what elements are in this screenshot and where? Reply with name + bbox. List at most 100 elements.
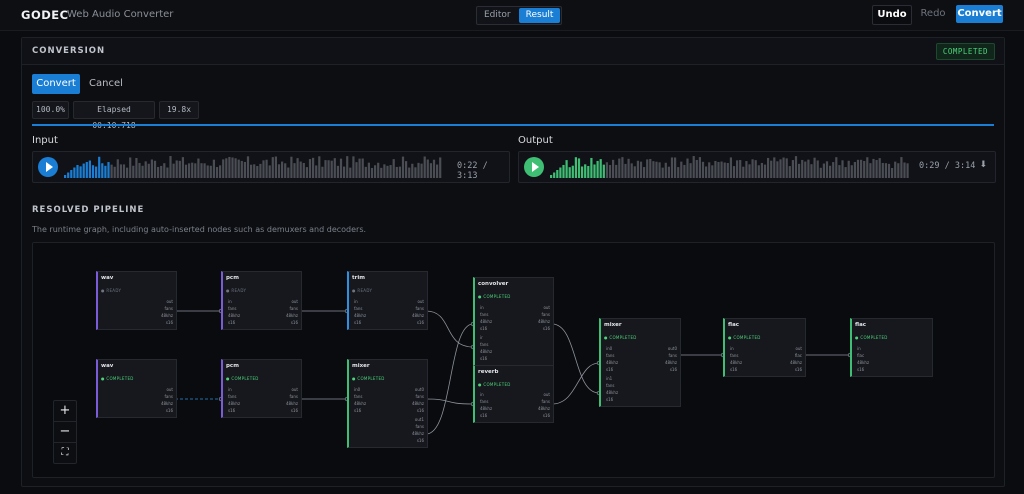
waveform-bar (150, 159, 153, 178)
node-wav-2[interactable]: wav ● COMPLETED out fans 48khz s16 (96, 359, 177, 418)
waveform-bar (417, 162, 420, 178)
waveform-bar (683, 164, 686, 178)
waveform-bar (698, 157, 701, 178)
waveform-bar (621, 157, 624, 178)
download-icon[interactable]: ⬇ (979, 160, 987, 170)
waveform-bar (172, 163, 175, 178)
waveform-bar (305, 167, 308, 178)
node-convolver[interactable]: convolver ● COMPLETED in fans 48khz s16 … (473, 277, 554, 375)
waveform-bar (705, 166, 708, 178)
top-bar: GODEC Web Audio Converter Editor Result … (0, 0, 1024, 31)
port-out: out0 (667, 346, 677, 351)
port-info: s16 (606, 397, 614, 402)
port-in: in (857, 346, 861, 351)
fit-view-icon[interactable]: ⛶ (54, 443, 76, 463)
waveform-bar (816, 160, 819, 178)
waveform-bar (274, 156, 277, 178)
port-info: 48khz (664, 360, 677, 365)
editor-tab[interactable]: Editor (477, 7, 518, 24)
waveform-bar (119, 164, 122, 178)
waveform-bar (664, 162, 667, 178)
node-pcm-1[interactable]: pcm ● READY in fans 48khz s16 out fans 4… (221, 271, 302, 330)
cancel-button[interactable]: Cancel (86, 74, 126, 94)
waveform-bar (129, 157, 132, 178)
waveform-bar (166, 167, 169, 178)
waveform-bar (720, 161, 723, 178)
node-mixer-2[interactable]: mixer ● COMPLETED in0 fans 48khz s16 in1… (599, 318, 681, 407)
output-time: 0:29 / 3:14 (919, 161, 975, 171)
result-tab[interactable]: Result (518, 8, 561, 23)
redo-button[interactable]: Redo (916, 5, 950, 23)
port-info: s16 (354, 408, 362, 413)
port-info: 48khz (480, 349, 493, 354)
output-play-icon[interactable] (524, 157, 544, 177)
waveform-bar (330, 160, 333, 178)
input-waveform[interactable] (64, 155, 444, 179)
waveform-bar (754, 160, 757, 178)
waveform-bar (708, 162, 711, 178)
port-info: fans (354, 394, 363, 399)
convert-button[interactable]: Convert (32, 74, 80, 94)
node-reverb[interactable]: reverb ● COMPLETED in fans 48khz s16 out… (473, 365, 554, 423)
waveform-bar (825, 161, 829, 178)
waveform-bar (677, 167, 680, 178)
node-wav-1[interactable]: wav ● READY out fans 48khz s16 (96, 271, 177, 330)
zoom-in-icon[interactable]: + (54, 401, 76, 422)
waveform-bar (110, 164, 113, 178)
waveform-bar (67, 172, 70, 178)
node-pcm-2[interactable]: pcm ● COMPLETED in fans 48khz s16 out fa… (221, 359, 302, 418)
waveform-bar (856, 159, 860, 178)
edge-reverb-mixer2 (551, 362, 600, 405)
node-flac-2[interactable]: flac ● COMPLETED in flac 48khz s16 (850, 318, 933, 377)
waveform-bar (726, 162, 729, 178)
waveform-bar (401, 156, 405, 178)
waveform-bar (584, 164, 587, 178)
output-waveform[interactable] (550, 155, 910, 179)
undo-button[interactable]: Undo (872, 5, 912, 25)
waveform-bar (850, 165, 853, 178)
node-mixer-1[interactable]: mixer ● COMPLETED in0 fans 48khz s16 out… (347, 359, 428, 448)
waveform-bar (203, 163, 206, 178)
zoom-out-icon[interactable]: − (54, 422, 76, 443)
convert-top-button[interactable]: Convert (956, 5, 1003, 23)
waveform-bar (436, 164, 439, 178)
node-status: ● READY (101, 288, 122, 293)
pipeline-graph[interactable]: wav ● READY out fans 48khz s16 pcm ● REA… (32, 242, 995, 478)
port-info: fans (480, 399, 489, 404)
waveform-bar (234, 158, 237, 178)
waveform-bar (364, 166, 367, 178)
waveform-bar (395, 166, 398, 178)
waveform-bar (361, 158, 364, 178)
waveform-bar (101, 163, 104, 178)
waveform-bar (324, 160, 327, 178)
input-time: 0:22 / 3:13 (457, 161, 509, 181)
waveform-bar (562, 165, 565, 178)
port-info: s16 (480, 356, 488, 361)
port-info: fans (289, 394, 298, 399)
waveform-bar (841, 160, 844, 178)
port-info: 48khz (537, 319, 550, 324)
waveform-bar (160, 165, 163, 178)
port-info: s16 (416, 408, 424, 413)
node-status-text: COMPLETED (483, 294, 511, 299)
node-trim[interactable]: trim ● READY in fans 48khz s16 out fans … (347, 271, 428, 330)
output-player: 0:29 / 3:14 ⬇ (518, 151, 996, 183)
waveform-bar (144, 161, 147, 178)
port-out: out (543, 305, 550, 310)
waveform-bar (296, 158, 299, 178)
node-title: reverb (478, 369, 499, 375)
node-flac-1[interactable]: flac ● COMPLETED in fans 48khz s16 out f… (723, 318, 806, 377)
waveform-bar (891, 167, 894, 178)
waveform-bar (819, 167, 822, 178)
waveform-bar (281, 161, 284, 178)
port-info: fans (541, 399, 550, 404)
port-info: fans (606, 353, 615, 358)
port-info: fans (606, 383, 615, 388)
elapsed-stat: Elapsed 00:10.718 (73, 101, 155, 130)
port-info: 48khz (537, 406, 550, 411)
waveform-bar (643, 167, 646, 178)
waveform-bar (253, 164, 256, 178)
waveform-bar (618, 158, 621, 178)
waveform-bar (776, 161, 779, 178)
input-play-icon[interactable] (38, 157, 58, 177)
